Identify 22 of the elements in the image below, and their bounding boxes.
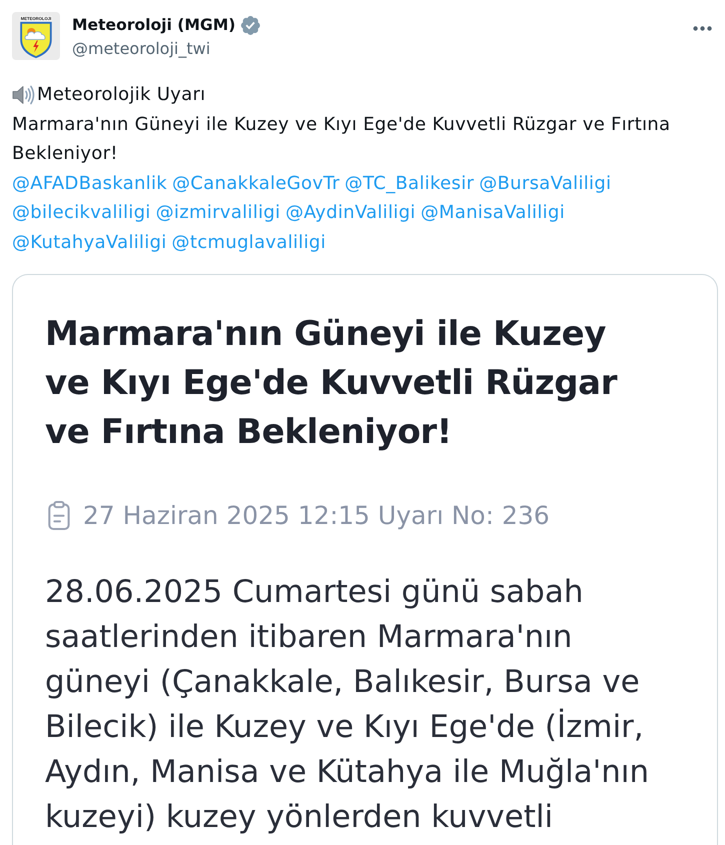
mention-link[interactable]: @izmirvaliligi (156, 198, 280, 228)
mention-link[interactable]: @BursaValiligi (479, 168, 612, 198)
speaker-icon (12, 84, 35, 105)
mention-link[interactable]: @KutahyaValiligi (12, 228, 167, 258)
mention-link[interactable]: @tcmuglavaliligi (172, 228, 326, 258)
more-icon[interactable] (693, 26, 712, 31)
shield-logo-drawing (20, 22, 52, 58)
tweet-title: Meteorolojik Uyarı (37, 83, 206, 107)
mention-link[interactable]: @AydinValiligi (285, 198, 416, 228)
mention-link[interactable]: @CanakkaleGovTr (172, 168, 340, 198)
tweet-text: Marmara'nın Güneyi ile Kuzey ve Kıyı Ege'de Kuvvetli Rüzgar ve Fırtına Bekleniyor! (12, 112, 672, 166)
author-name[interactable]: Meteoroloji (MGM) (72, 15, 236, 35)
attached-image-card[interactable] (12, 274, 718, 845)
mention-link[interactable]: @bilecikvaliligi (12, 198, 151, 228)
mention-link[interactable]: @AFADBaskanlik (12, 168, 168, 198)
image-headline: Marmara'nın Güneyi ile Kuzey ve Kıyı Ege'de Kuvvetli Rüzgar ve Fırtına Bekleniyor! (45, 312, 618, 454)
image-body-text: 28.06.2025 Cumartesi günü sabah saatlerinden itibaren Marmara'nın güneyi (Çanakkale, Balıkesir, Bursa ve Bilecik) ile Kuzey ve Kıyı Ege'de (İzmir, Aydın, Manisa ve Kütahya ile Muğla'nın kuzeyi) kuzey yönlerden kuvvetli (45, 572, 650, 837)
clipboard-icon (48, 501, 70, 530)
mention-link[interactable]: @ManisaValiligi (420, 198, 565, 228)
mention-link[interactable]: @TC_Balikesir (344, 168, 474, 198)
author-handle[interactable]: @meteoroloji_twi (72, 39, 210, 59)
image-date-text: 27 Haziran 2025 12:15 Uyarı No: 236 (83, 501, 550, 530)
